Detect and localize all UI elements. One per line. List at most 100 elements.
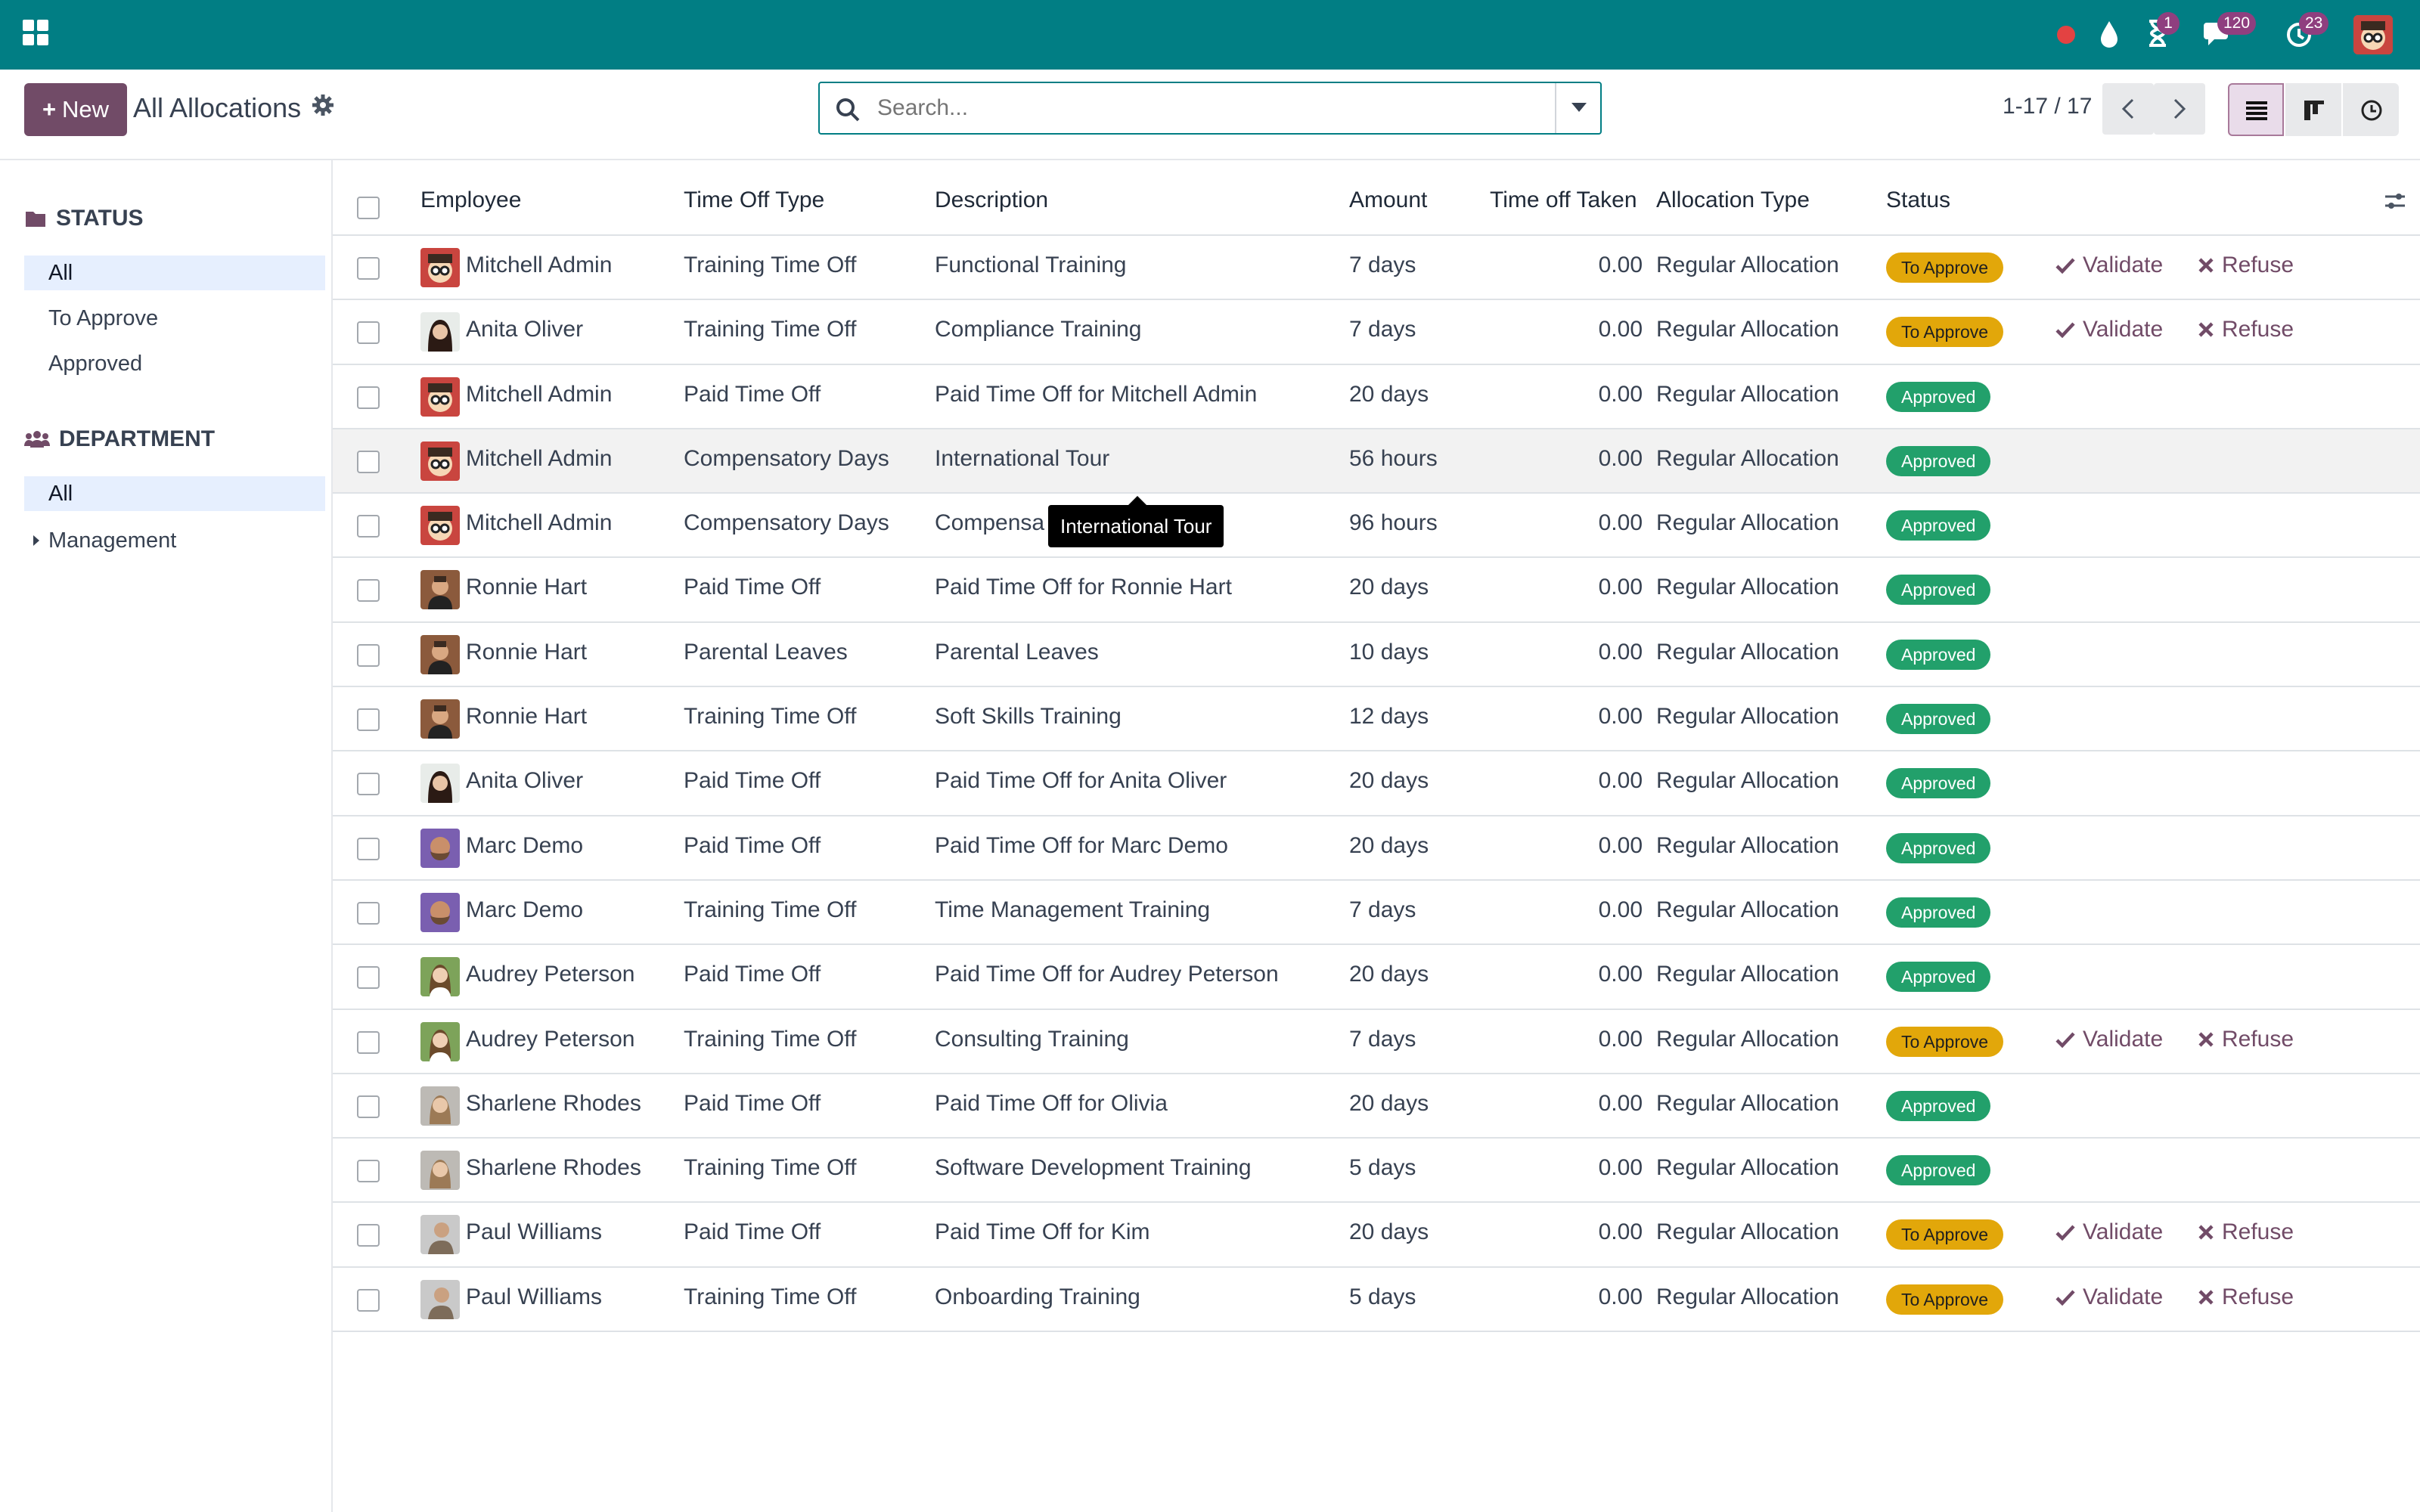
column-time-off-type[interactable]: Time Off Type <box>684 187 824 213</box>
time-off-taken: 0.00 <box>1598 962 1643 987</box>
row-checkbox[interactable] <box>357 1288 380 1312</box>
row-checkbox[interactable] <box>357 386 380 409</box>
row-checkbox[interactable] <box>357 966 380 990</box>
time-off-type: Training Time Off <box>684 897 857 922</box>
row-checkbox[interactable] <box>357 1095 380 1118</box>
validate-button[interactable]: Validate <box>2055 1219 2163 1245</box>
optional-columns-icon[interactable] <box>2384 191 2406 215</box>
row-checkbox[interactable] <box>357 450 380 473</box>
time-off-type: Training Time Off <box>684 704 857 730</box>
table-row[interactable]: Anita Oliver Paid Time Off Paid Time Off f… <box>333 751 2420 816</box>
search-input[interactable] <box>877 91 1528 125</box>
employee-name: Anita Oliver <box>466 768 584 794</box>
table-row[interactable]: Mitchell Admin Compensatory Days Internati… <box>333 429 2420 494</box>
allocation-type: Regular Allocation <box>1656 253 1839 277</box>
time-off-type: Compensatory Days <box>684 510 889 536</box>
column-description[interactable]: Description <box>935 187 1048 213</box>
validate-label: Validate <box>2083 1219 2164 1245</box>
table-row[interactable]: Paul Williams Training Time Off Onboarding… <box>333 1267 2420 1333</box>
validate-button[interactable]: Validate <box>2055 1027 2163 1052</box>
table-row[interactable]: Paul Williams Paid Time Off Paid Time Off … <box>333 1203 2420 1268</box>
refuse-label: Refuse <box>2222 1026 2294 1052</box>
column-allocation-type[interactable]: Allocation Type <box>1656 187 1810 213</box>
close-icon <box>2198 322 2214 337</box>
row-checkbox[interactable] <box>357 708 380 732</box>
allocation-type: Regular Allocation <box>1656 1155 1839 1181</box>
validate-button[interactable]: Validate <box>2055 253 2163 278</box>
department-filter-all[interactable]: All <box>24 476 325 511</box>
table-row[interactable]: Sharlene Rhodes Training Time Off Software… <box>333 1139 2420 1204</box>
column-employee[interactable]: Employee <box>420 187 521 213</box>
list-icon <box>2246 101 2267 120</box>
gear-icon[interactable] <box>312 94 336 118</box>
row-checkbox[interactable] <box>357 643 380 667</box>
status-filter-to-approve[interactable]: To Approve <box>24 301 325 336</box>
amount: 20 days <box>1349 962 1429 987</box>
column-amount[interactable]: Amount <box>1349 187 1427 213</box>
row-checkbox[interactable] <box>357 1030 380 1054</box>
table-row[interactable]: Marc Demo Training Time Off Time Managemen… <box>333 880 2420 946</box>
validate-button[interactable]: Validate <box>2055 317 2163 342</box>
amount: 20 days <box>1349 768 1429 794</box>
water-drop-icon[interactable] <box>2098 18 2121 51</box>
users-icon <box>24 431 50 448</box>
activity-view-button[interactable] <box>2343 83 2399 136</box>
new-button[interactable]: + New <box>24 83 127 136</box>
table-row[interactable]: Mitchell Admin Training Time Off Functiona… <box>333 236 2420 301</box>
status-filter-heading: STATUS <box>24 206 144 231</box>
refuse-button[interactable]: Refuse <box>2198 1219 2294 1245</box>
status-filter-all[interactable]: All <box>24 256 325 290</box>
pager-previous-button[interactable] <box>2102 83 2154 135</box>
column-status[interactable]: Status <box>1886 187 1950 213</box>
time-off-taken: 0.00 <box>1598 381 1643 407</box>
employee-name: Audrey Peterson <box>466 1026 635 1052</box>
caret-right-icon[interactable] <box>32 534 41 547</box>
table-row[interactable]: Ronnie Hart Parental Leaves Parental Leave… <box>333 622 2420 688</box>
refuse-button[interactable]: Refuse <box>2198 253 2294 278</box>
table-row[interactable]: Ronnie Hart Training Time Off Soft Skills … <box>333 687 2420 752</box>
list-view-button[interactable] <box>2228 83 2284 136</box>
top-navbar: 1 120 23 <box>0 0 2420 70</box>
kanban-view-button[interactable] <box>2285 83 2341 136</box>
row-checkbox[interactable] <box>357 321 380 345</box>
refuse-label: Refuse <box>2222 317 2294 342</box>
department-filter-heading: DEPARTMENT <box>24 426 215 452</box>
select-all-checkbox[interactable] <box>357 197 380 219</box>
refuse-button[interactable]: Refuse <box>2198 1284 2294 1310</box>
table-row[interactable]: Audrey Peterson Paid Time Off Paid Time Of… <box>333 945 2420 1010</box>
row-checkbox[interactable] <box>357 1224 380 1247</box>
row-checkbox[interactable] <box>357 773 380 796</box>
user-avatar[interactable] <box>2353 15 2393 54</box>
pager-value[interactable]: 1-17 / 17 <box>2003 94 2092 119</box>
refuse-button[interactable]: Refuse <box>2198 1027 2294 1052</box>
department-filter-management[interactable]: Management <box>24 523 325 558</box>
table-row[interactable]: Anita Oliver Training Time Off Compliance … <box>333 300 2420 365</box>
validate-button[interactable]: Validate <box>2055 1284 2163 1310</box>
refuse-button[interactable]: Refuse <box>2198 317 2294 342</box>
pager-next-button[interactable] <box>2154 83 2205 135</box>
table-row[interactable]: Sharlene Rhodes Paid Time Off Paid Time Of… <box>333 1074 2420 1139</box>
row-checkbox[interactable] <box>357 901 380 925</box>
employee-avatar <box>420 312 460 352</box>
status-badge: Approved <box>1886 381 1991 412</box>
table-row[interactable]: Ronnie Hart Paid Time Off Paid Time Off fo… <box>333 558 2420 623</box>
row-checkbox[interactable] <box>357 515 380 538</box>
row-checkbox[interactable] <box>357 257 380 280</box>
search-options-toggle[interactable] <box>1555 83 1600 133</box>
employee-name: Sharlene Rhodes <box>466 1090 641 1116</box>
table-row[interactable]: Audrey Peterson Training Time Off Consulti… <box>333 1009 2420 1074</box>
employee-avatar <box>420 1086 460 1126</box>
table-row[interactable]: Mitchell Admin Compensatory Days Compensa 9… <box>333 494 2420 559</box>
status-filter-approved[interactable]: Approved <box>24 346 325 381</box>
table-row[interactable]: Mitchell Admin Paid Time Off Paid Time Off… <box>333 364 2420 429</box>
employee-avatar <box>420 441 460 481</box>
row-checkbox[interactable] <box>357 837 380 860</box>
row-checkbox[interactable] <box>357 1160 380 1183</box>
description: Functional Training <box>935 253 1127 277</box>
recording-dot-icon[interactable] <box>2057 26 2075 44</box>
employee-avatar <box>420 634 460 674</box>
row-checkbox[interactable] <box>357 579 380 603</box>
apps-menu-icon[interactable] <box>23 20 50 47</box>
table-row[interactable]: Marc Demo Paid Time Off Paid Time Off for … <box>333 816 2420 881</box>
column-time-off-taken[interactable]: Time off Taken <box>1490 187 1637 213</box>
